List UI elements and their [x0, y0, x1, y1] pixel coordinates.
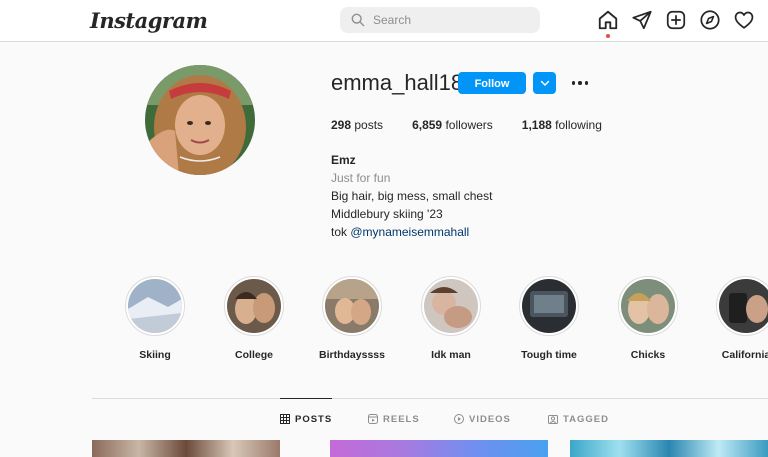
profile-username: emma_hall18 — [331, 70, 464, 95]
explore-icon[interactable] — [699, 9, 721, 31]
profile-bio: Emz Just for fun Big hair, big mess, sma… — [331, 151, 492, 241]
posts-count: 298 — [331, 118, 352, 132]
highlight-cover — [128, 279, 182, 333]
highlight-label: California — [721, 349, 768, 361]
video-play-icon — [454, 414, 464, 424]
tab-videos[interactable]: VIDEOS — [454, 399, 511, 439]
following-label: following — [555, 118, 602, 132]
follow-button[interactable]: Follow — [458, 72, 526, 94]
bio-line: tok @mynameisemmahall — [331, 223, 492, 241]
highlight-item[interactable]: College — [212, 276, 296, 361]
highlight-label: Skiing — [139, 349, 171, 361]
posts-label: posts — [354, 118, 384, 132]
profile-tabs: POSTS REELS VIDEOS TAGGED — [92, 398, 768, 439]
new-post-icon[interactable] — [665, 9, 687, 31]
reels-icon — [368, 414, 378, 424]
tab-reels[interactable]: REELS — [368, 399, 420, 439]
highlight-item[interactable]: Chicks — [606, 276, 690, 361]
highlight-item[interactable]: Idk man — [409, 276, 493, 361]
post-thumbnail[interactable] — [92, 440, 280, 457]
more-options-button[interactable] — [569, 72, 591, 94]
direct-message-icon[interactable] — [631, 9, 653, 31]
bio-mention-link[interactable]: @mynameisemmahall — [350, 225, 469, 239]
highlight-label: Idk man — [431, 349, 471, 361]
highlight-ring — [322, 276, 382, 336]
post-thumbnail[interactable] — [330, 440, 548, 457]
profile-stats: 298 posts 6,859 followers 1,188 followin… — [331, 118, 631, 132]
highlight-label: Tough time — [521, 349, 577, 361]
highlight-cover — [227, 279, 281, 333]
highlight-cover — [325, 279, 379, 333]
followers-label: followers — [445, 118, 493, 132]
highlight-label: Birthdayssss — [319, 349, 385, 361]
following-count: 1,188 — [521, 118, 552, 132]
highlight-item[interactable]: Tough time — [507, 276, 591, 361]
highlight-ring — [618, 276, 678, 336]
highlight-ring — [224, 276, 284, 336]
followers-count: 6,859 — [412, 118, 443, 132]
more-dot-icon — [571, 81, 576, 85]
tab-label: TAGGED — [563, 413, 609, 425]
instagram-logo[interactable]: Instagram — [90, 8, 208, 33]
bio-name: Emz — [331, 153, 356, 167]
post-thumbnail[interactable] — [570, 440, 768, 457]
following-stat[interactable]: 1,188 following — [522, 118, 602, 132]
tab-label: REELS — [383, 413, 420, 425]
tab-label: VIDEOS — [469, 413, 511, 425]
bio-line: Middlebury skiing '23 — [331, 207, 443, 221]
tab-label: POSTS — [295, 413, 333, 425]
highlight-cover — [424, 279, 478, 333]
tab-tagged[interactable]: TAGGED — [548, 399, 609, 439]
highlight-item[interactable]: Birthdayssss — [310, 276, 394, 361]
search-icon — [351, 13, 365, 27]
highlight-item[interactable]: Skiing — [113, 276, 197, 361]
search-input[interactable]: Search — [340, 7, 540, 33]
tagged-icon — [548, 415, 558, 424]
bio-text: tok — [331, 225, 351, 239]
nav-icons — [597, 9, 755, 38]
more-dot-icon — [584, 81, 589, 85]
highlight-cover — [719, 279, 768, 333]
more-dot-icon — [578, 81, 582, 85]
followers-stat[interactable]: 6,859 followers — [412, 118, 493, 132]
notification-dot — [606, 34, 610, 38]
bio-category: Just for fun — [331, 171, 391, 185]
story-highlights: Skiing College Birthdayssss Idk man Toug… — [0, 276, 768, 366]
highlight-cover — [522, 279, 576, 333]
highlight-ring — [421, 276, 481, 336]
profile-avatar[interactable] — [145, 65, 255, 175]
search-placeholder: Search — [373, 13, 412, 27]
highlight-ring — [519, 276, 579, 336]
activity-heart-icon[interactable] — [733, 9, 755, 31]
highlight-item[interactable]: California — [704, 276, 768, 361]
highlight-label: Chicks — [630, 349, 666, 361]
tab-posts[interactable]: POSTS — [280, 398, 333, 439]
top-nav-bar: Instagram Search — [0, 0, 768, 42]
chevron-down-icon — [540, 80, 549, 87]
suggested-accounts-button[interactable] — [533, 72, 556, 94]
highlight-label: College — [235, 349, 273, 361]
highlight-ring — [125, 276, 185, 336]
highlight-ring — [716, 276, 768, 336]
highlight-cover — [621, 279, 675, 333]
home-icon[interactable] — [597, 9, 619, 38]
posts-stat: 298 posts — [331, 118, 383, 132]
posts-grid — [0, 440, 768, 457]
grid-icon — [280, 414, 290, 424]
bio-line: Big hair, big mess, small chest — [331, 189, 493, 203]
